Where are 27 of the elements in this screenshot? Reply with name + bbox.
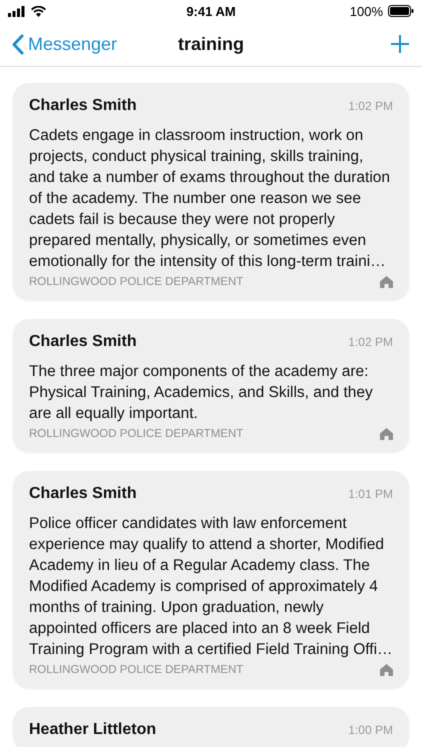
house-icon xyxy=(380,664,393,676)
battery-percentage: 100% xyxy=(350,4,383,18)
wifi-icon xyxy=(31,6,46,16)
clock: 9:41 AM xyxy=(186,4,236,18)
message-time: 1:02 PM xyxy=(348,99,393,113)
back-button[interactable]: Messenger xyxy=(12,34,178,54)
message-time: 1:01 PM xyxy=(348,487,393,501)
sender-name: Charles Smith xyxy=(29,485,137,503)
house-icon xyxy=(380,276,393,288)
message-text: Cadets engage in classroom instruction, work on projects, conduct physical training, skills training, and take a number of exams throughout the duration of the academy. The number one reason we see cadets fail is because they were not properly prepared mentally, physically, or sometimes even emotionally for the intensity of this long-term traini… xyxy=(29,126,392,272)
message-text: The three major components of the academy are: Physical Training, Academics, and Skills, and they are all equally important. xyxy=(29,362,374,424)
message-text: Police officer candidates with law enforcement experience may qualify to attend a shorter, Modified Academy in lieu of a Regular Academy class. The Modified Academy is comprised of approximately 4 months of training. Upon graduation, newly appointed officers are placed into an 8 week Field Training Program with a certified Field Training Offi… xyxy=(29,514,393,660)
screen-title: training xyxy=(178,34,244,54)
department-name: ROLLINGWOOD POLICE DEPARTMENT xyxy=(29,664,244,676)
signal-icon xyxy=(8,6,26,16)
sender-name: Charles Smith xyxy=(29,333,137,351)
department-name: ROLLINGWOOD POLICE DEPARTMENT xyxy=(29,428,244,440)
sender-name: Charles Smith xyxy=(29,97,137,115)
message-time: 1:02 PM xyxy=(348,335,393,349)
sender-name: Heather Littleton xyxy=(29,721,156,739)
house-icon xyxy=(380,428,393,440)
battery-icon xyxy=(388,5,414,17)
plus-icon xyxy=(390,34,410,54)
message-time: 1:00 PM xyxy=(348,723,393,737)
department-name: ROLLINGWOOD POLICE DEPARTMENT xyxy=(29,276,244,288)
chevron-left-icon xyxy=(12,34,24,54)
add-button[interactable] xyxy=(390,34,410,54)
